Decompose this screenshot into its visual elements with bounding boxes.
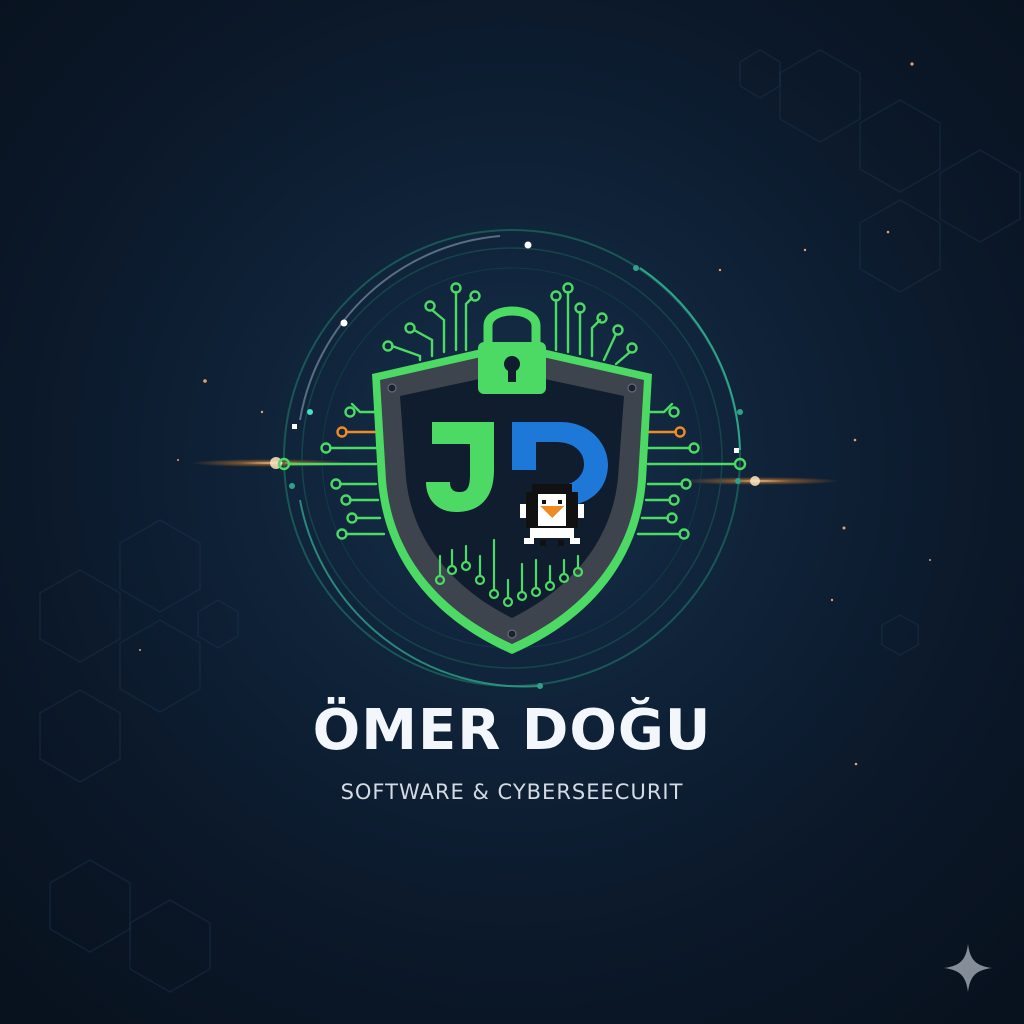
emblem [277, 229, 747, 689]
sparkle-icon [944, 944, 992, 992]
brand-tagline: SOFTWARE & CYBERSEECURIT [340, 780, 684, 804]
brand-name: ÖMER DOĞU [312, 698, 712, 763]
padlock-icon [478, 306, 546, 394]
logo-canvas: ÖMER DOĞU SOFTWARE & CYBERSEECURIT [0, 0, 1024, 1024]
circuit-traces-right [636, 402, 747, 540]
